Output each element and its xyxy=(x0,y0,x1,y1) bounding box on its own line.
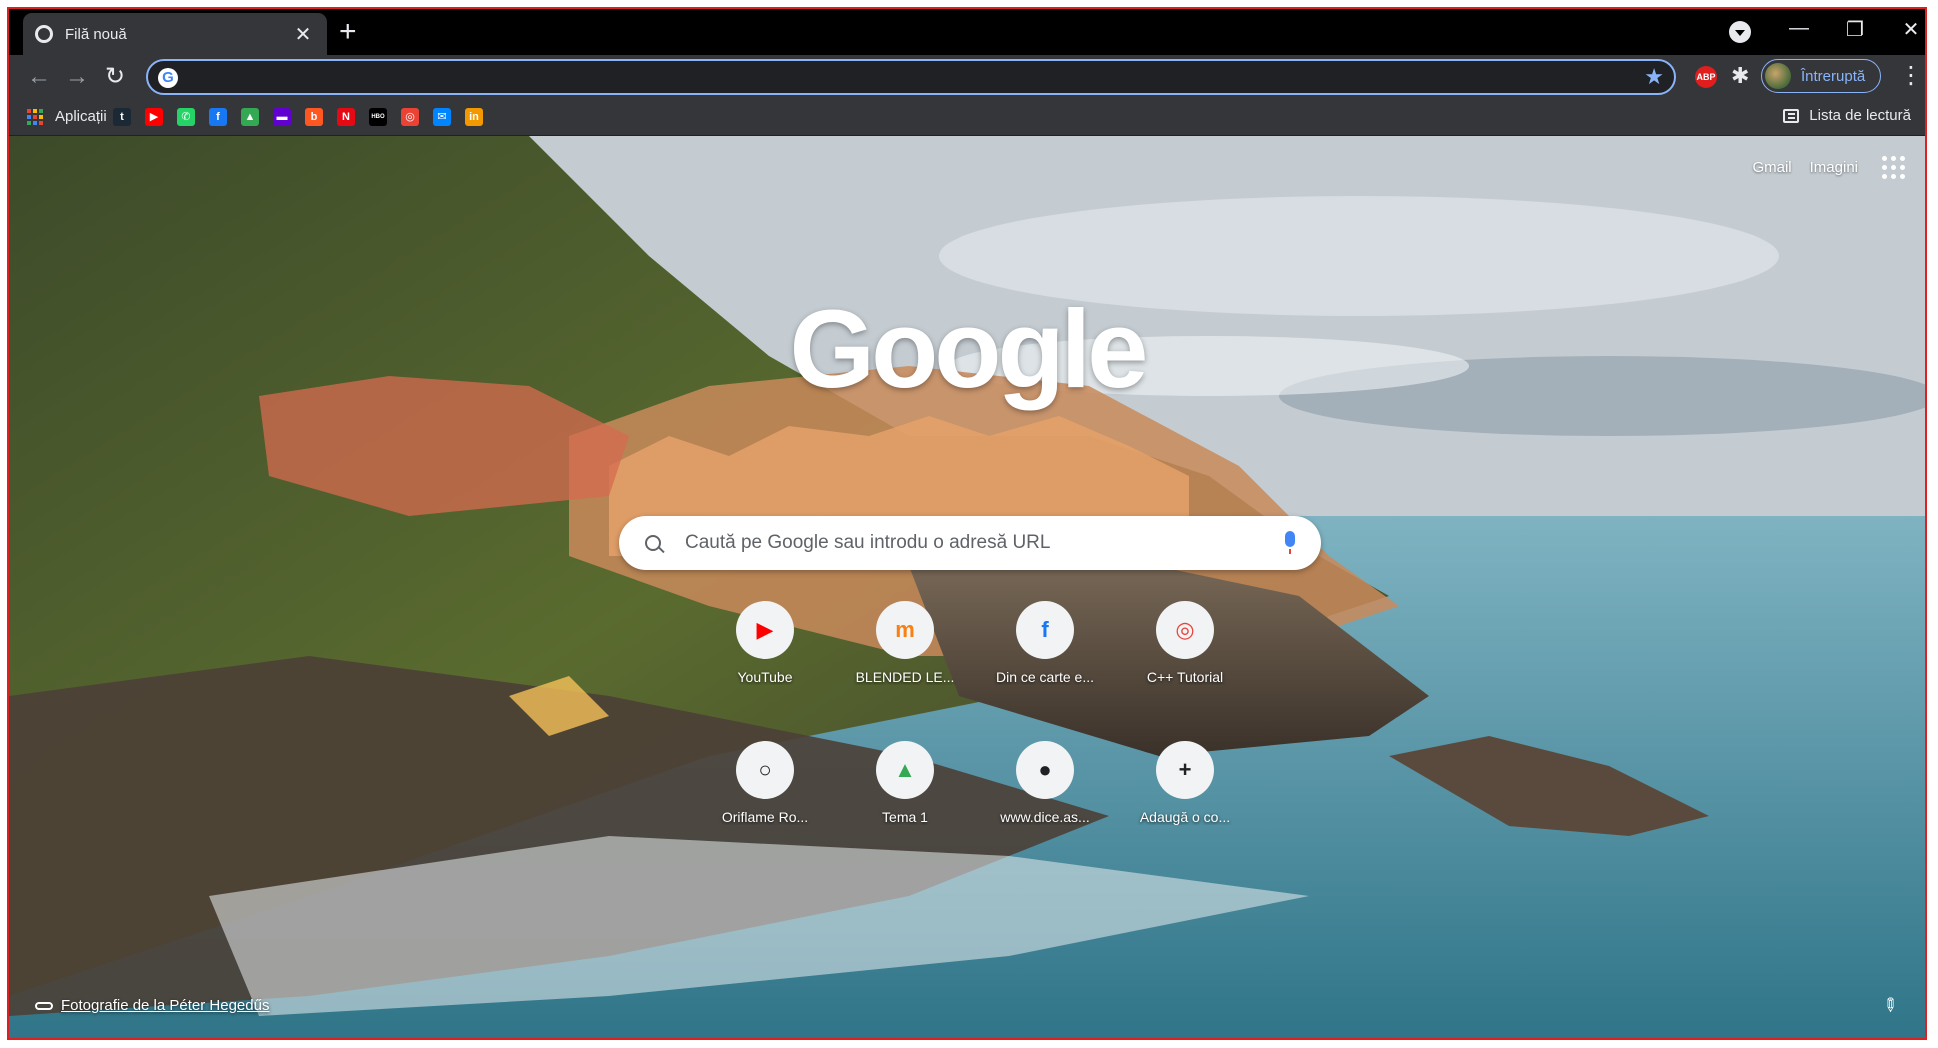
reading-list-button[interactable]: Lista de lectură xyxy=(1783,107,1911,124)
tumblr-icon[interactable]: t xyxy=(113,108,131,126)
chrome-menu-icon[interactable]: ⋮ xyxy=(1899,61,1923,90)
browser-window: Filă nouă ✕ + — ❐ ✕ ← → ↻ G ★ ABP ✱ Într… xyxy=(7,7,1927,1040)
new-tab-page: Gmail Imagini Google ▶ YouTube m BLENDED LE… xyxy=(9,136,1925,1038)
shortcut-label: Adaugă o co... xyxy=(1139,809,1231,825)
tab-title: Filă nouă xyxy=(65,25,127,43)
youtube-icon[interactable]: ▶ xyxy=(145,108,163,126)
link-icon xyxy=(35,1001,53,1010)
address-bar[interactable]: G ★ xyxy=(146,59,1676,95)
facebook-icon: f xyxy=(1016,601,1074,659)
shortcut-label: C++ Tutorial xyxy=(1146,669,1224,685)
google-drive-icon[interactable]: ▲ xyxy=(241,108,259,126)
plus-icon: + xyxy=(1156,741,1214,799)
shortcut-label: YouTube xyxy=(737,669,793,685)
new-tab-button[interactable]: + xyxy=(339,17,357,47)
shortcut-tile[interactable]: ◎ C++ Tutorial xyxy=(1129,601,1241,713)
photo-attribution-link[interactable]: Fotografie de la Péter Hegedűs xyxy=(35,997,269,1014)
address-input[interactable] xyxy=(188,65,1612,91)
reading-list-icon xyxy=(1783,108,1800,123)
shortcut-label: BLENDED LE... xyxy=(855,669,955,685)
profile-sync-paused-button[interactable]: Întreruptă xyxy=(1761,59,1881,93)
netflix-icon[interactable]: N xyxy=(337,108,355,126)
google-drive-icon: ▲ xyxy=(876,741,934,799)
messenger-icon[interactable]: ✉ xyxy=(433,108,451,126)
close-window-button[interactable]: ✕ xyxy=(1891,17,1925,42)
oriflame-icon: ○ xyxy=(736,741,794,799)
shortcut-tile[interactable]: ▲ Tema 1 xyxy=(849,741,961,853)
top-links: Gmail Imagini xyxy=(1734,156,1905,179)
tab-new-tab[interactable]: Filă nouă ✕ xyxy=(23,13,327,55)
tab-strip: Filă nouă ✕ + — ❐ ✕ xyxy=(9,9,1925,55)
google-g-icon: G xyxy=(158,68,178,88)
restore-button[interactable]: ❐ xyxy=(1835,17,1875,42)
chrome-ring-icon[interactable]: ◎ xyxy=(401,108,419,126)
search-input[interactable] xyxy=(683,531,1247,555)
tab-search-icon[interactable] xyxy=(1729,21,1751,43)
w3schools-icon: ◎ xyxy=(1156,601,1214,659)
search-icon xyxy=(645,535,661,551)
reload-button[interactable]: ↻ xyxy=(99,61,131,93)
attribution-text: Fotografie de la Péter Hegedűs xyxy=(61,997,270,1014)
adblock-plus-icon[interactable]: ABP xyxy=(1695,66,1717,88)
bookmark-star-icon[interactable]: ★ xyxy=(1644,64,1664,90)
github-icon: ● xyxy=(1016,741,1074,799)
shortcut-tile[interactable]: ● www.dice.as... xyxy=(989,741,1101,853)
bookmark-apps[interactable]: Aplicații xyxy=(55,108,107,125)
in-icon[interactable]: in xyxy=(465,108,483,126)
google-apps-icon[interactable] xyxy=(1882,156,1905,179)
shortcut-label: Tema 1 xyxy=(882,809,928,825)
shortcut-label: www.dice.as... xyxy=(1000,809,1090,825)
extensions-icon[interactable]: ✱ xyxy=(1731,63,1749,89)
avatar xyxy=(1765,63,1791,89)
whatsapp-icon[interactable]: ✆ xyxy=(177,108,195,126)
chrome-icon xyxy=(35,25,53,43)
hbo-go-icon[interactable]: HBO xyxy=(369,108,387,126)
shortcut-label: Oriflame Ro... xyxy=(721,809,809,825)
moodle-icon: m xyxy=(876,601,934,659)
gmail-link[interactable]: Gmail xyxy=(1752,159,1791,176)
shortcut-tile[interactable]: f Din ce carte e... xyxy=(989,601,1101,713)
youtube-icon: ▶ xyxy=(736,601,794,659)
google-logo: Google xyxy=(789,288,1149,411)
images-link[interactable]: Imagini xyxy=(1810,159,1858,176)
shortcut-tile[interactable]: m BLENDED LE... xyxy=(849,601,961,713)
shortcut-tile[interactable]: ○ Oriflame Ro... xyxy=(709,741,821,853)
shortcut-tile[interactable]: + Adaugă o co... xyxy=(1129,741,1241,853)
yahoo-icon[interactable]: ▬ xyxy=(273,108,291,126)
minimize-button[interactable]: — xyxy=(1779,17,1819,40)
sync-paused-label: Întreruptă xyxy=(1801,67,1866,85)
bookmarks-bar: Aplicații t ▶ ✆ f ▲ ▬ b N HBO ◎ ✉ in Lista de lectu… xyxy=(9,99,1925,136)
background-photo xyxy=(9,136,1925,1038)
search-box[interactable] xyxy=(619,516,1321,570)
toolbar: ← → ↻ G ★ ABP ✱ Întreruptă ⋮ xyxy=(9,55,1925,99)
blogger-icon[interactable]: b xyxy=(305,108,323,126)
facebook-icon[interactable]: f xyxy=(209,108,227,126)
back-button[interactable]: ← xyxy=(23,61,55,93)
forward-button[interactable]: → xyxy=(61,61,93,93)
shortcut-label: Din ce carte e... xyxy=(995,669,1095,685)
apps-grid-icon[interactable] xyxy=(27,109,43,125)
reading-list-label: Lista de lectură xyxy=(1809,107,1911,124)
microphone-icon[interactable] xyxy=(1285,531,1295,554)
close-tab-icon[interactable]: ✕ xyxy=(291,22,315,47)
shortcut-tile[interactable]: ▶ YouTube xyxy=(709,601,821,713)
